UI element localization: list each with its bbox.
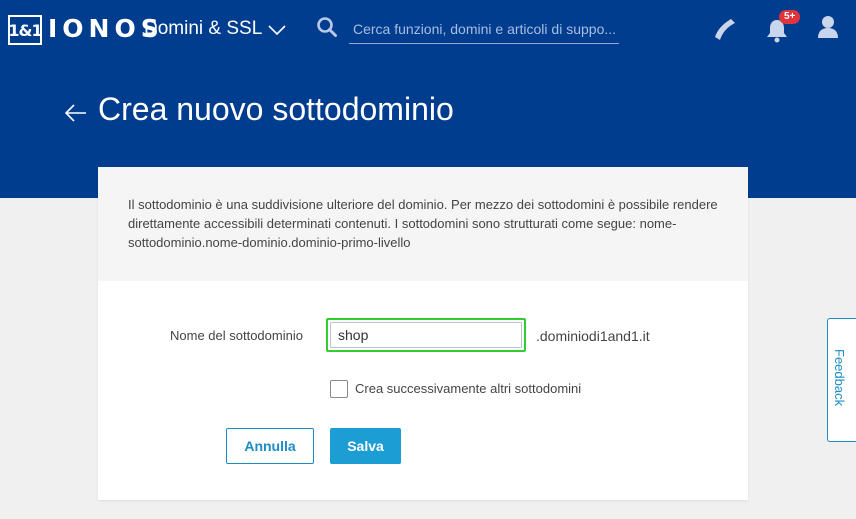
user-icon[interactable] [816,14,840,40]
feedback-tab[interactable]: Feedback [827,318,856,442]
domains-ssl-menu[interactable]: Domini & SSL [144,18,286,40]
domain-suffix: .dominiodi1and1.it [536,328,650,344]
subdomain-name-label: Nome del sottodominio [170,328,303,343]
chevron-down-icon [268,25,286,36]
nav-menu-label: Domini & SSL [144,18,263,39]
info-text: Il sottodominio è una suddivisione ulter… [98,167,748,281]
page-title: Crea nuovo sottodominio [98,91,454,127]
notifications-button[interactable]: 5+ [765,10,801,44]
search-icon[interactable] [316,16,338,38]
notification-badge: 5+ [779,10,801,24]
create-more-subdomains-label[interactable]: Crea successivamente altri sottodomini [355,381,581,396]
search-input[interactable] [349,14,619,44]
top-navigation-bar: 1&1 IONOS Domini & SSL 5+ [0,0,856,58]
create-more-subdomains-checkbox[interactable] [330,380,348,398]
back-arrow-icon[interactable] [64,103,88,123]
subdomain-name-input[interactable] [330,322,522,348]
cancel-button[interactable]: Annulla [226,428,314,464]
logo-mark[interactable]: 1&1 [8,15,43,45]
save-button[interactable]: Salva [330,428,401,464]
phone-icon[interactable] [712,16,738,42]
subdomain-form-card: Il sottodominio è una suddivisione ulter… [98,167,748,500]
feedback-label: Feedback [832,349,847,407]
subdomain-name-field-wrapper [326,318,526,352]
